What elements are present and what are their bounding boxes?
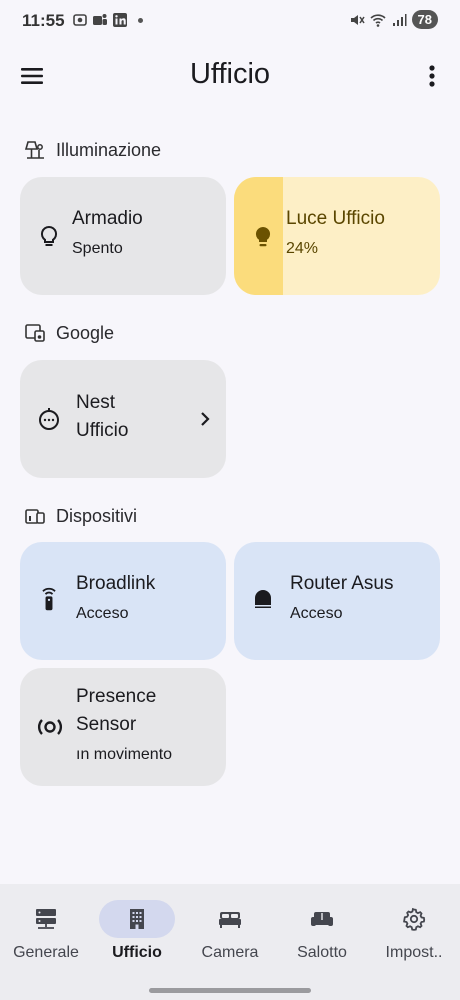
nav-label: Ufficio [112, 944, 162, 961]
device-card-armadio[interactable]: Armadio Spento [20, 177, 226, 295]
gear-icon [403, 907, 426, 931]
nav-pill [99, 900, 175, 938]
nav-label: Camera [201, 944, 259, 961]
device-name-line1: Nest [76, 392, 116, 413]
device-card-nest-ufficio[interactable]: Nest Ufficio [20, 360, 226, 478]
device-card-router-asus[interactable]: Router Asus Acceso [234, 542, 440, 660]
device-name-line1: Presence [76, 686, 157, 707]
section-title: Google [56, 322, 115, 343]
bulb-filled-icon [255, 226, 271, 247]
app-bar: Ufficio [0, 48, 460, 104]
more-vertical-icon[interactable] [424, 62, 440, 90]
teams-icon [93, 14, 107, 25]
device-name-line2: Ufficio [76, 420, 129, 441]
status-bar: 11:55 78 [0, 0, 460, 42]
bottom-navigation: Generale Ufficio Camera Salotto Impost.. [0, 884, 460, 1000]
nav-pill [284, 900, 360, 938]
bed-icon [219, 912, 241, 928]
device-state: 24% [286, 240, 319, 257]
home-indicator [149, 988, 311, 993]
sensor-icon [37, 719, 63, 735]
server-icon [36, 909, 56, 929]
section-header-google: Google [24, 322, 114, 344]
nav-item-generale[interactable]: Generale [0, 900, 92, 962]
section-header-dispositivi: Dispositivi [24, 505, 137, 527]
device-name: Luce Ufficio [286, 208, 385, 229]
section-header-illuminazione: Illuminazione [24, 139, 161, 161]
device-state: Acceso [290, 605, 343, 622]
nav-item-impostazioni[interactable]: Impost.. [368, 900, 460, 962]
nav-item-salotto[interactable]: Salotto [276, 900, 368, 962]
device-name: Armadio [72, 208, 143, 229]
router-icon [255, 590, 271, 608]
nav-pill [376, 900, 452, 938]
device-state: Spento [72, 240, 123, 257]
devices-icon [25, 509, 45, 524]
signal-icon [392, 13, 407, 26]
notification-dot-icon [138, 17, 143, 23]
nav-pill [192, 900, 268, 938]
nav-item-ufficio[interactable]: Ufficio [91, 900, 183, 962]
device-state: ın movimento [76, 746, 173, 763]
nav-pill [8, 900, 84, 938]
remote-icon [42, 587, 56, 611]
page-title: Ufficio [189, 58, 271, 90]
bulb-outline-icon [40, 225, 58, 246]
device-card-luce-ufficio[interactable]: Luce Ufficio 24% [234, 177, 440, 295]
lamp-icon [24, 141, 44, 159]
status-system-icons: 78 [349, 10, 438, 29]
device-name: Router Asus [290, 573, 394, 594]
device-name-line2: Sensor [76, 714, 137, 735]
battery-indicator: 78 [411, 10, 438, 29]
section-title: Dispositivi [56, 505, 138, 526]
device-card-presence-sensor[interactable]: Presence Sensor ın movimento [20, 668, 226, 786]
speaker-devices-icon [25, 324, 45, 342]
nav-label: Generale [13, 944, 79, 961]
sofa-icon [311, 912, 333, 926]
section-title: Illuminazione [56, 139, 162, 160]
device-card-broadlink[interactable]: Broadlink Acceso [20, 542, 226, 660]
nav-label: Salotto [297, 944, 347, 961]
smart-speaker-icon [39, 408, 59, 430]
office-building-icon [130, 909, 144, 929]
mute-icon [350, 14, 365, 25]
screenshot-icon [73, 14, 87, 26]
wifi-icon [369, 13, 386, 27]
status-notification-icons [72, 12, 143, 28]
nav-item-camera[interactable]: Camera [184, 900, 276, 962]
device-state: Acceso [76, 605, 129, 622]
chevron-right-icon [201, 412, 210, 426]
device-name: Broadlink [76, 573, 156, 594]
nav-label: Impost.. [385, 944, 443, 961]
status-time: 11:55 [22, 11, 65, 30]
linkedin-icon [113, 13, 127, 27]
